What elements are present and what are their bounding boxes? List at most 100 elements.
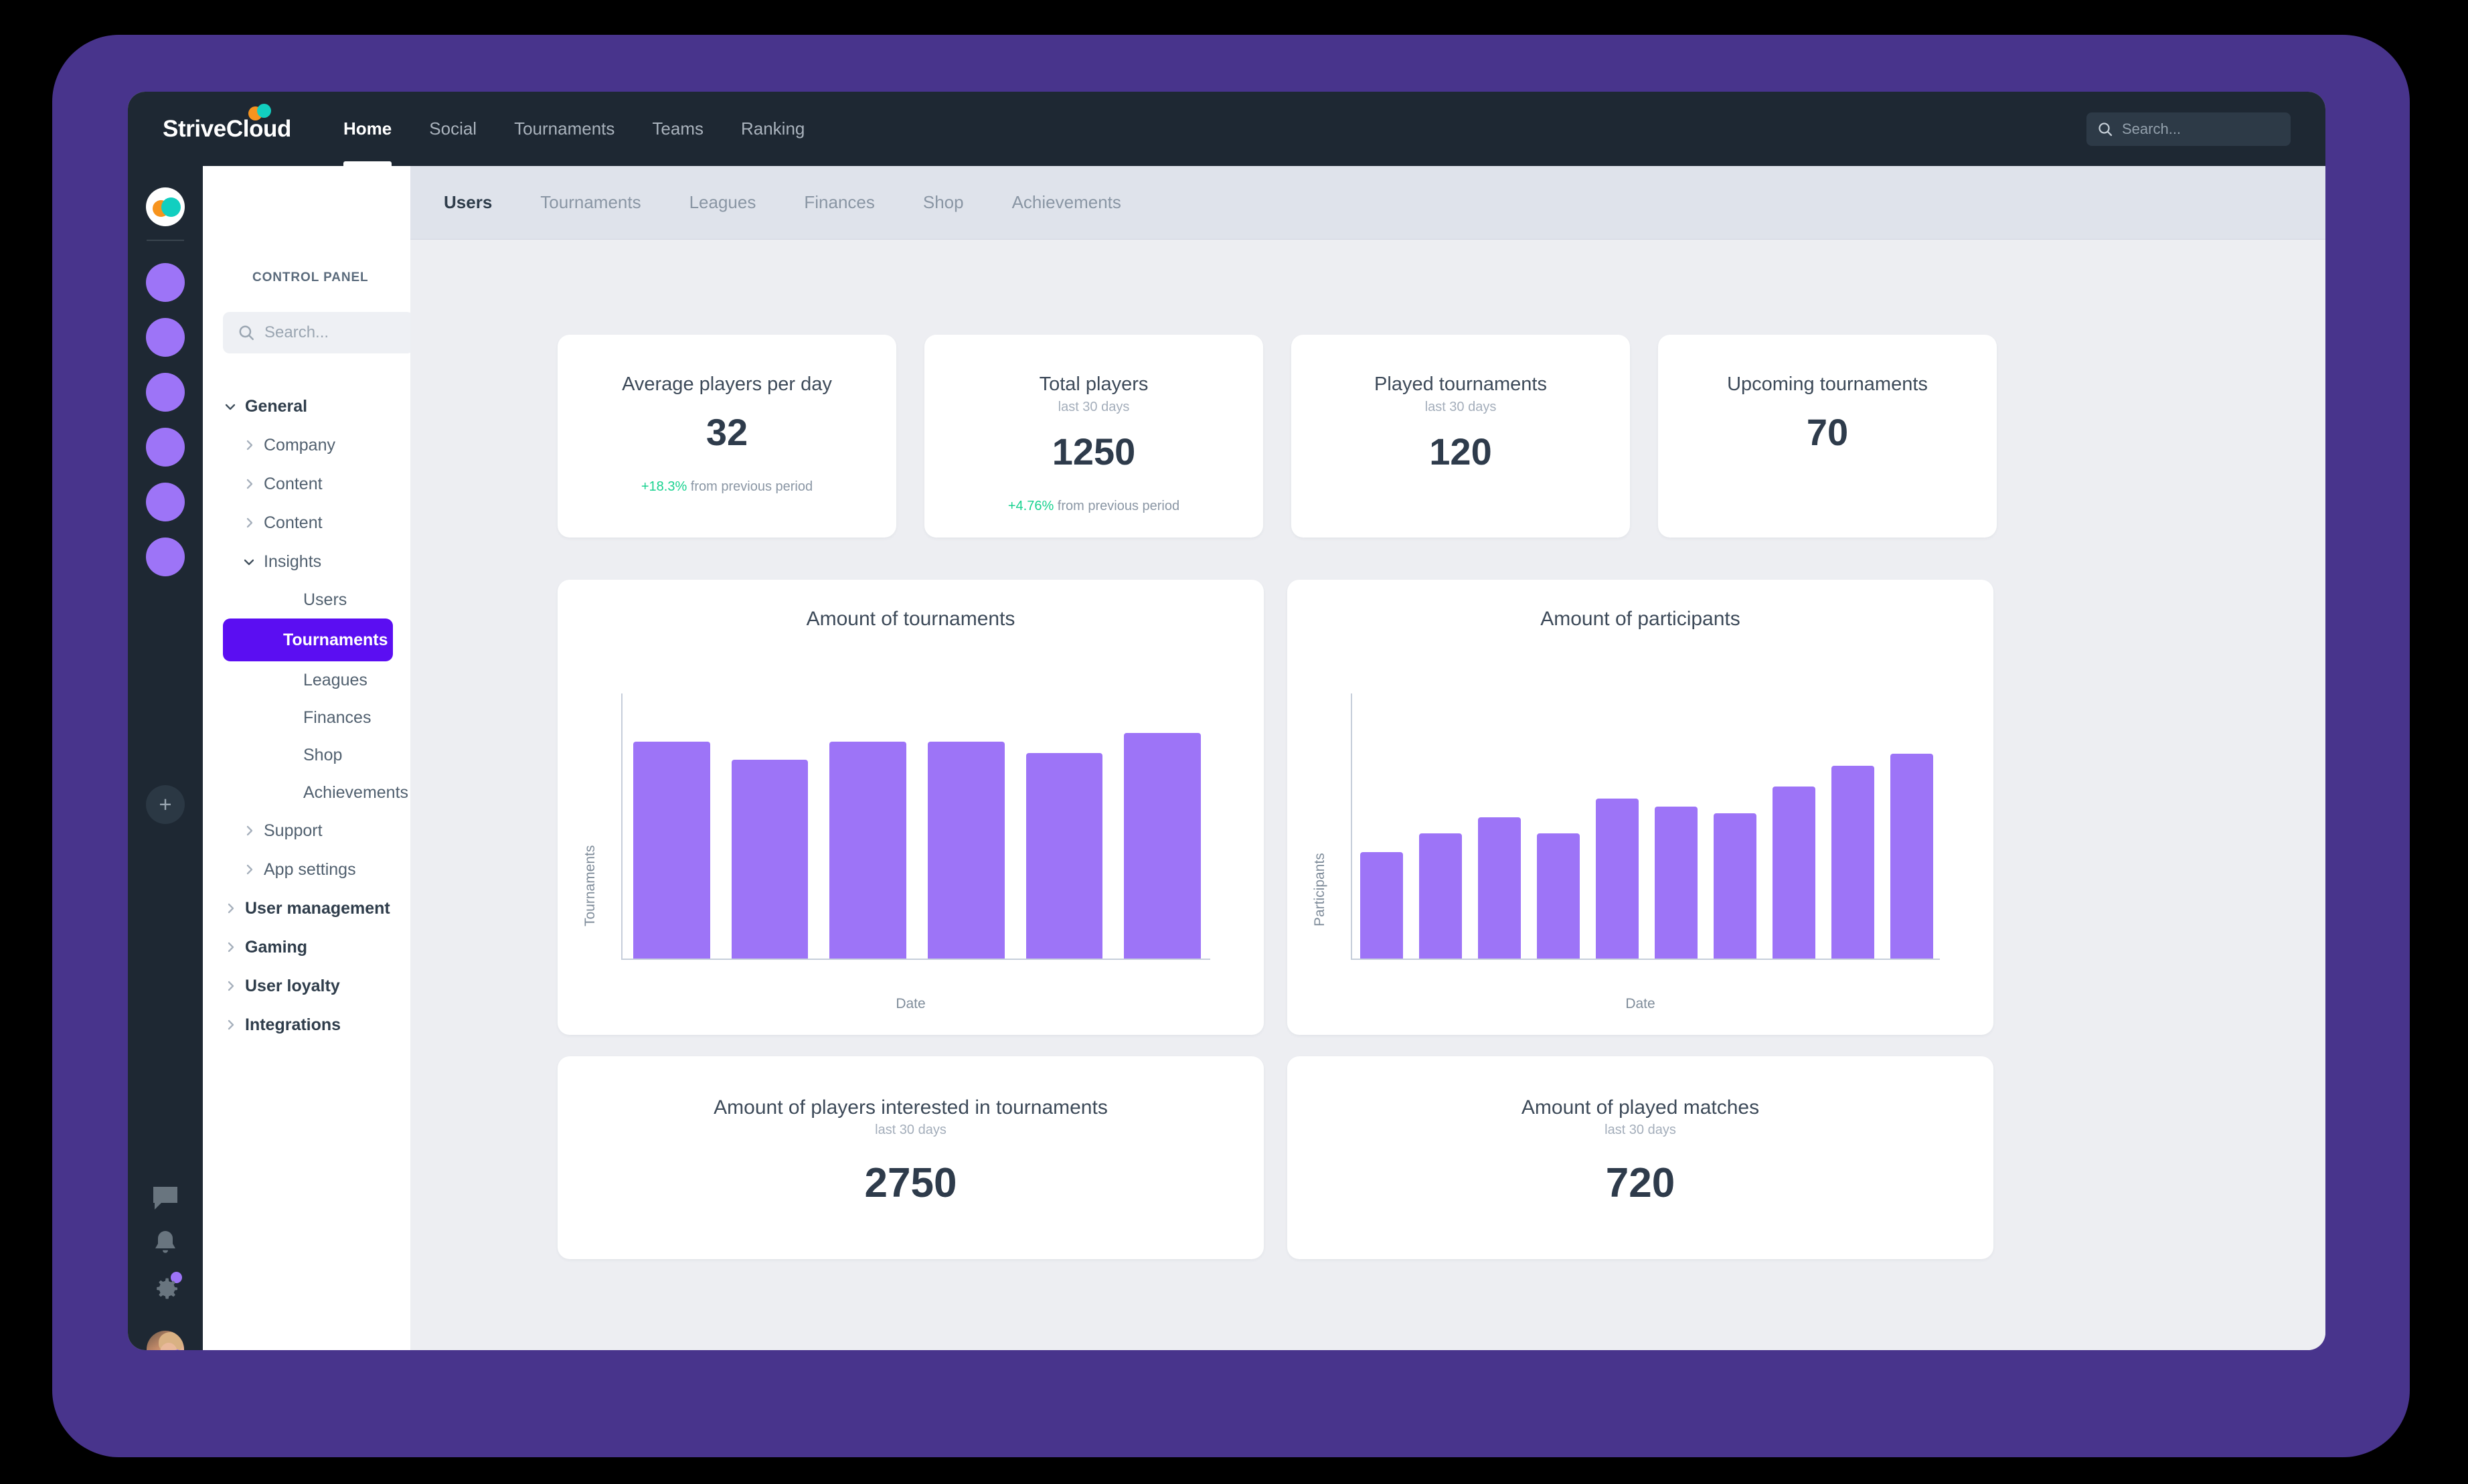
global-search-input[interactable]: Search... (2086, 112, 2291, 146)
main-content: Users Tournaments Leagues Finances Shop Achie… (410, 166, 2325, 1350)
topnav-item-ranking[interactable]: Ranking (741, 92, 805, 166)
user-avatar[interactable] (147, 1331, 184, 1350)
sidebar-search-input[interactable]: Search... (223, 312, 414, 353)
sidebar-item-general[interactable]: General (203, 387, 410, 426)
sidebar-item-tournaments[interactable]: Tournaments (223, 619, 393, 661)
chevron-right-icon (223, 940, 238, 955)
sidebar-item-user-management[interactable]: User management (203, 889, 410, 928)
sidebar-item-shop[interactable]: Shop (203, 736, 410, 774)
bar (1714, 813, 1756, 959)
bar-series (1352, 693, 1940, 959)
tab-finances[interactable]: Finances (804, 192, 875, 213)
dashboard-body: Average players per day 32 +18.3% from pre… (410, 240, 2325, 1350)
bar (731, 760, 809, 959)
top-navigation-bar: StriveCloud Home Social Tournaments Teams Ra… (128, 92, 2325, 166)
sidebar-item-app-settings[interactable]: App settings (203, 850, 410, 889)
chevron-right-icon (242, 515, 256, 530)
search-icon (2099, 122, 2113, 137)
chart-title: Amount of participants (1540, 608, 1740, 630)
bar (1419, 833, 1462, 959)
workspace-rail: + 34 (128, 166, 203, 1350)
content-tabs: Users Tournaments Leagues Finances Shop Achie… (410, 166, 2325, 240)
bell-icon[interactable] (149, 1227, 181, 1259)
kpi-card: Upcoming tournaments 70 (1658, 335, 1997, 538)
chart-x-axis-label: Date (896, 996, 926, 1011)
topnav-item-teams[interactable]: Teams (652, 92, 704, 166)
chat-icon[interactable] (149, 1181, 181, 1214)
sidebar-item-label: Leagues (303, 670, 367, 689)
sidebar-search-placeholder: Search... (264, 323, 329, 341)
workspace-logo-icon[interactable] (146, 187, 185, 226)
brand-logo[interactable]: StriveCloud (163, 104, 291, 141)
sidebar-item-label: General (245, 396, 308, 416)
sidebar-nav: General Company Content Content Insights User… (203, 387, 410, 1044)
logo-dots-icon (248, 104, 275, 121)
sidebar-item-support[interactable]: Support (203, 811, 410, 850)
sidebar-item-label: Shop (303, 745, 343, 764)
summary-title: Amount of played matches (1521, 1096, 1760, 1119)
bar (1596, 799, 1639, 959)
sidebar-item-company[interactable]: Company (203, 426, 410, 465)
kpi-delta-percent: +18.3% (641, 479, 687, 494)
chevron-right-icon (242, 862, 256, 877)
bar (1025, 753, 1103, 959)
chart-y-axis-label: Tournaments (582, 845, 598, 926)
kpi-subtitle: last 30 days (1058, 400, 1130, 414)
workspace-item-4[interactable] (146, 428, 185, 467)
sidebar-item-label: Support (264, 821, 323, 840)
kpi-delta-text: from previous period (687, 479, 813, 494)
bar (1831, 766, 1874, 959)
workspace-item-6[interactable] (146, 538, 185, 576)
chevron-right-icon (223, 979, 238, 993)
sidebar-item-content[interactable]: Content (203, 465, 410, 503)
sidebar-item-leagues[interactable]: Leagues (203, 661, 410, 699)
app-window: StriveCloud Home Social Tournaments Teams Ra… (128, 92, 2325, 1350)
workspace-item-1[interactable] (146, 263, 185, 302)
summary-subtitle: last 30 days (1605, 1123, 1676, 1137)
workspace-item-2[interactable] (146, 318, 185, 357)
sidebar-item-achievements[interactable]: Achievements (203, 774, 410, 811)
sidebar-item-user-loyalty[interactable]: User loyalty (203, 967, 410, 1005)
search-icon (239, 325, 254, 340)
topnav-item-social[interactable]: Social (429, 92, 477, 166)
topnav-item-tournaments[interactable]: Tournaments (514, 92, 614, 166)
topnav-item-home[interactable]: Home (343, 92, 392, 166)
tab-tournaments[interactable]: Tournaments (540, 192, 641, 213)
tab-shop[interactable]: Shop (923, 192, 964, 213)
bar (1890, 753, 1933, 959)
bar (928, 742, 1005, 959)
sidebar-item-label: Finances (303, 708, 372, 727)
sidebar-item-content[interactable]: Content (203, 503, 410, 542)
kpi-value: 32 (706, 411, 748, 453)
sidebar-item-integrations[interactable]: Integrations (203, 1005, 410, 1044)
kpi-delta-percent: +4.76% (1007, 499, 1054, 513)
top-nav-items: Home Social Tournaments Teams Ranking (343, 92, 842, 166)
sidebar-item-users[interactable]: Users (203, 581, 410, 619)
chart-x-axis-label: Date (1625, 996, 1655, 1011)
chart-plot-area (1351, 693, 1940, 960)
gear-icon[interactable] (149, 1274, 181, 1306)
summary-subtitle: last 30 days (875, 1123, 947, 1137)
tab-leagues[interactable]: Leagues (689, 192, 756, 213)
sidebar-item-gaming[interactable]: Gaming (203, 928, 410, 967)
tab-users[interactable]: Users (444, 192, 492, 213)
sidebar-item-label: User loyalty (245, 976, 340, 995)
kpi-title: Total players (1039, 374, 1149, 395)
chevron-right-icon (242, 477, 256, 491)
sidebar-item-finances[interactable]: Finances (203, 699, 410, 736)
workspace-item-5[interactable] (146, 483, 185, 521)
kpi-delta: +18.3% from previous period (641, 479, 813, 495)
sidebar-item-label: Company (264, 435, 335, 455)
kpi-title: Upcoming tournaments (1727, 374, 1928, 395)
kpi-title: Played tournaments (1374, 374, 1547, 395)
sidebar-item-insights[interactable]: Insights (203, 542, 410, 581)
bar (1478, 817, 1521, 959)
rail-divider (147, 240, 184, 241)
summary-value: 2750 (864, 1160, 957, 1206)
tab-achievements[interactable]: Achievements (1012, 192, 1121, 213)
add-workspace-button[interactable]: + (146, 785, 185, 824)
kpi-value: 70 (1806, 411, 1849, 453)
chevron-right-icon (223, 1017, 238, 1032)
workspace-item-3[interactable] (146, 373, 185, 412)
